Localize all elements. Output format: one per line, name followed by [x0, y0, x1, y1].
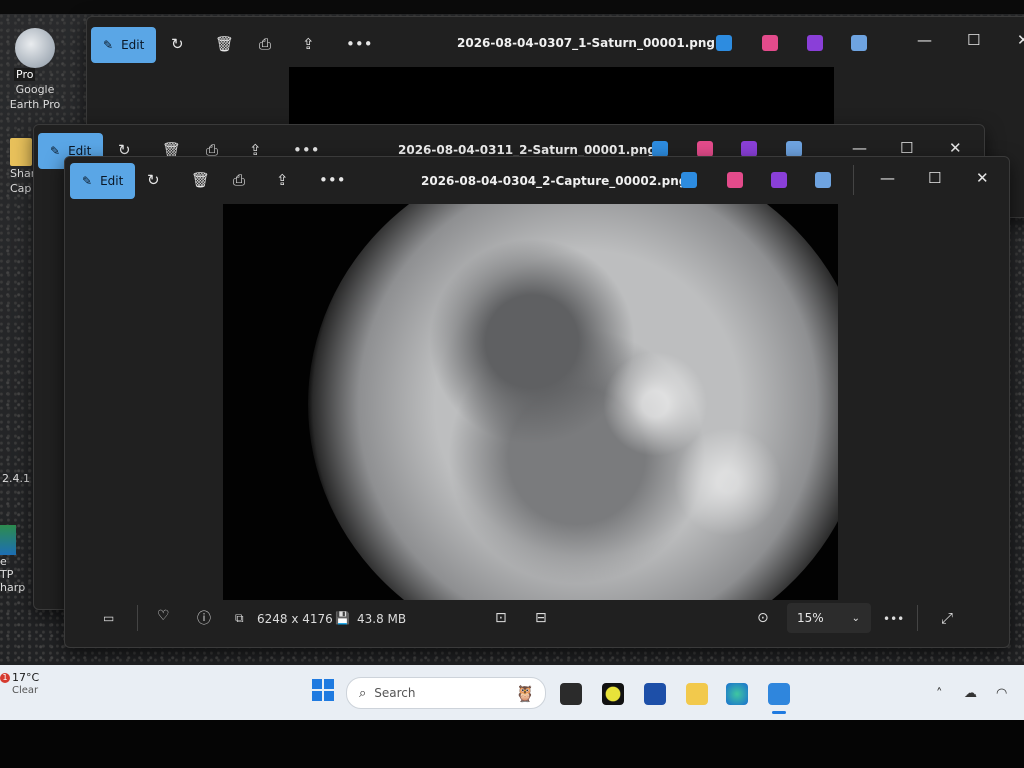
rotate-icon[interactable]: ↻	[171, 35, 184, 53]
close-icon[interactable]: ✕	[976, 169, 989, 187]
task-view-icon[interactable]	[560, 683, 582, 705]
clipchamp-icon[interactable]	[741, 141, 757, 157]
edge-icon[interactable]	[726, 683, 748, 705]
maximize-icon[interactable]: ☐	[900, 139, 913, 157]
divider	[917, 605, 918, 631]
monitor-bezel-top	[0, 0, 1024, 14]
app-icon	[0, 525, 16, 555]
close-icon[interactable]: ✕	[1017, 31, 1024, 49]
taskbar-search[interactable]: ⌕ Search 🦉	[346, 677, 546, 709]
print-icon[interactable]: ⎙	[259, 35, 271, 53]
favorite-icon[interactable]: ♡	[157, 608, 170, 624]
pro-badge: Pro	[14, 68, 36, 81]
edit-button[interactable]: ✎ Edit	[91, 27, 157, 63]
designer-icon[interactable]	[727, 172, 743, 188]
close-icon[interactable]: ✕	[949, 139, 962, 157]
photos-icon[interactable]	[681, 172, 697, 188]
weather-condition[interactable]: Clear	[12, 685, 38, 696]
photo-window-front[interactable]: ✎ Edit ↻ 🗑 ⎙ ⇪ ••• 2026-08-04-0304_2-Cap…	[64, 156, 1010, 648]
taskbar: 1 17°C Clear ⌕ Search 🦉 ˄ ☁ ◠	[0, 665, 1024, 721]
minimize-icon[interactable]: —	[917, 31, 932, 49]
file-title: 2026-08-04-0304_2-Capture_00002.png	[421, 174, 688, 188]
search-icon: ⌕	[359, 685, 367, 701]
minimize-icon[interactable]: —	[880, 169, 895, 187]
clipchamp-icon[interactable]	[771, 172, 787, 188]
photos-icon[interactable]	[716, 35, 732, 51]
edit-icon: ✎	[50, 144, 61, 158]
dimensions-icon: ⧉	[235, 611, 244, 625]
file-explorer-icon[interactable]	[686, 683, 708, 705]
fullscreen-icon[interactable]: ⤢	[941, 609, 953, 627]
weather-temp[interactable]: 17°C	[12, 671, 39, 684]
delete-icon[interactable]: 🗑	[215, 35, 234, 53]
chevron-down-icon: ⌄	[851, 612, 861, 624]
clipchamp-icon[interactable]	[807, 35, 823, 51]
filesize-text: 43.8 MB	[357, 612, 407, 626]
google-earth-shortcut[interactable]: Pro Google Earth Pro	[0, 28, 70, 112]
onedrive-icon[interactable]	[815, 172, 831, 188]
designer-icon[interactable]	[762, 35, 778, 51]
filmstrip-icon[interactable]: ▭	[103, 611, 114, 625]
scan-icon[interactable]: ⊡	[495, 610, 507, 626]
file-title: 2026-08-04-0307_1-Saturn_00001.png	[457, 36, 715, 50]
info-icon[interactable]: ⓘ	[197, 608, 211, 628]
maximize-icon[interactable]: ☐	[967, 31, 980, 49]
text-scan-icon[interactable]: ⊟	[535, 610, 547, 626]
chevron-up-icon[interactable]: ˄	[936, 687, 943, 702]
google-earth-label: Google Earth Pro	[9, 83, 61, 111]
print-icon[interactable]: ⎙	[233, 171, 245, 189]
designer-icon[interactable]	[697, 141, 713, 157]
more-icon[interactable]: •••	[883, 612, 904, 626]
photos-taskbar-icon[interactable]	[768, 683, 790, 705]
actual-size-icon[interactable]: ⊙	[757, 610, 769, 626]
zoom-select[interactable]: 15% ⌄	[787, 603, 871, 633]
dimensions-text: 6248 x 4176	[257, 612, 333, 626]
moon-disc	[308, 204, 838, 600]
more-icon[interactable]: •••	[346, 35, 373, 53]
sharpcap-taskbar-icon[interactable]	[602, 683, 624, 705]
teams-icon[interactable]	[644, 683, 666, 705]
rotate-icon[interactable]: ↻	[147, 171, 160, 189]
onedrive-icon[interactable]	[851, 35, 867, 51]
divider	[137, 605, 138, 631]
sharp-label: e TP harp	[0, 555, 26, 594]
folder-icon	[10, 138, 32, 166]
monitor-bezel-bottom	[0, 720, 1024, 768]
toolbar-divider	[853, 165, 854, 195]
onedrive-off-icon[interactable]: ☁	[964, 686, 977, 701]
google-earth-icon	[15, 28, 55, 68]
more-icon[interactable]: •••	[319, 171, 346, 189]
share-icon[interactable]: ⇪	[302, 35, 315, 53]
onedrive-icon[interactable]	[786, 141, 802, 157]
delete-icon[interactable]: 🗑	[191, 171, 210, 189]
maximize-icon[interactable]: ☐	[928, 169, 941, 187]
zoom-value: 15%	[797, 611, 824, 625]
moon-image	[223, 204, 838, 600]
filesize-icon: 💾	[335, 611, 350, 625]
wifi-icon[interactable]: ◠	[996, 686, 1007, 701]
search-placeholder: Search	[374, 686, 416, 700]
file-title: 2026-08-04-0311_2-Saturn_00001.png	[398, 143, 656, 157]
photos-icon[interactable]	[652, 141, 668, 157]
owl-icon: 🦉	[515, 683, 535, 703]
start-button[interactable]	[312, 679, 334, 701]
minimize-icon[interactable]: —	[852, 139, 867, 157]
weather-alert-badge: 1	[0, 673, 10, 683]
share-icon[interactable]: ⇪	[276, 171, 289, 189]
edit-icon: ✎	[82, 174, 93, 188]
active-indicator	[772, 711, 786, 714]
edit-icon: ✎	[103, 38, 114, 52]
edit-button[interactable]: ✎ Edit	[70, 163, 136, 199]
